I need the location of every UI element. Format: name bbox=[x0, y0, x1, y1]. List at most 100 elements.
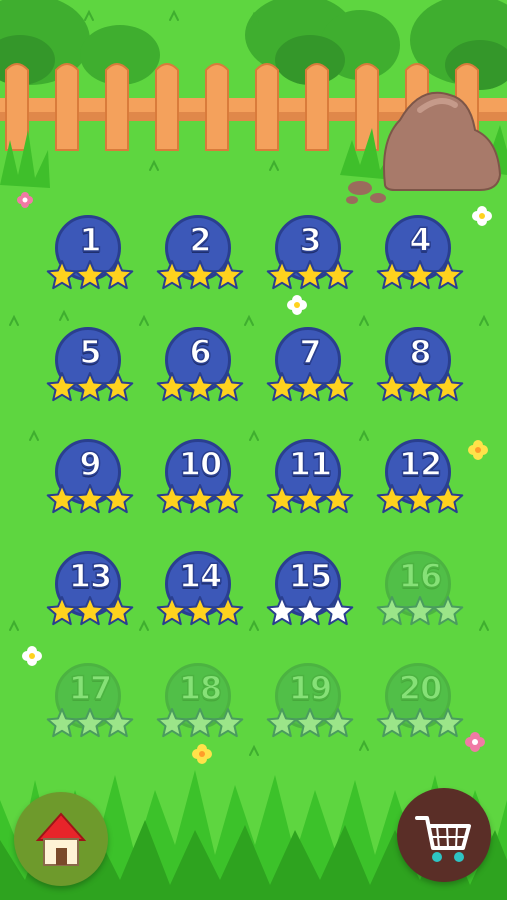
star-rating bbox=[266, 260, 354, 290]
star-filled-icon bbox=[74, 484, 106, 514]
star-filled-icon bbox=[102, 372, 134, 402]
shopping-cart-icon bbox=[415, 816, 471, 862]
star-rating bbox=[376, 372, 464, 402]
star-rating bbox=[266, 484, 354, 514]
level-button-10[interactable]: 10 bbox=[155, 439, 245, 525]
star-rating bbox=[46, 484, 134, 514]
level-number: 9 bbox=[79, 444, 103, 484]
star-rating bbox=[156, 708, 244, 738]
home-button[interactable] bbox=[14, 792, 108, 886]
star-rating bbox=[156, 372, 244, 402]
level-number: 3 bbox=[299, 220, 323, 260]
level-button-15[interactable]: 15 bbox=[265, 551, 355, 637]
house-icon bbox=[35, 812, 87, 866]
star-filled-icon bbox=[212, 260, 244, 290]
level-number: 6 bbox=[189, 332, 213, 372]
level-number: 10 bbox=[178, 444, 223, 484]
star-empty-icon bbox=[432, 596, 464, 626]
level-number: 8 bbox=[409, 332, 433, 372]
star-empty-icon bbox=[266, 708, 298, 738]
level-button-12[interactable]: 12 bbox=[375, 439, 465, 525]
level-number: 16 bbox=[398, 556, 443, 596]
star-filled-icon bbox=[322, 372, 354, 402]
level-button-14[interactable]: 14 bbox=[155, 551, 245, 637]
level-button-6[interactable]: 6 bbox=[155, 327, 245, 413]
star-rating bbox=[46, 708, 134, 738]
star-rating bbox=[156, 596, 244, 626]
star-filled-icon bbox=[102, 260, 134, 290]
star-empty-icon bbox=[376, 596, 408, 626]
star-empty-icon bbox=[322, 596, 354, 626]
level-button-13[interactable]: 13 bbox=[45, 551, 135, 637]
star-filled-icon bbox=[212, 372, 244, 402]
star-rating bbox=[266, 372, 354, 402]
level-button-8[interactable]: 8 bbox=[375, 327, 465, 413]
star-filled-icon bbox=[376, 372, 408, 402]
level-number: 12 bbox=[398, 444, 443, 484]
star-rating bbox=[156, 260, 244, 290]
level-number: 11 bbox=[288, 444, 333, 484]
star-filled-icon bbox=[294, 372, 326, 402]
star-empty-icon bbox=[184, 708, 216, 738]
star-filled-icon bbox=[376, 484, 408, 514]
star-rating bbox=[376, 484, 464, 514]
level-number: 5 bbox=[79, 332, 103, 372]
level-button-19: 19 bbox=[265, 663, 355, 749]
level-button-9[interactable]: 9 bbox=[45, 439, 135, 525]
level-number: 20 bbox=[398, 668, 443, 708]
star-filled-icon bbox=[404, 484, 436, 514]
star-filled-icon bbox=[74, 372, 106, 402]
level-button-11[interactable]: 11 bbox=[265, 439, 355, 525]
star-rating bbox=[376, 708, 464, 738]
star-filled-icon bbox=[184, 372, 216, 402]
level-number: 15 bbox=[288, 556, 333, 596]
star-rating bbox=[46, 596, 134, 626]
level-button-1[interactable]: 1 bbox=[45, 215, 135, 301]
star-filled-icon bbox=[156, 484, 188, 514]
star-rating bbox=[376, 596, 464, 626]
level-number: 14 bbox=[178, 556, 223, 596]
level-button-18: 18 bbox=[155, 663, 245, 749]
level-button-2[interactable]: 2 bbox=[155, 215, 245, 301]
level-button-4[interactable]: 4 bbox=[375, 215, 465, 301]
star-filled-icon bbox=[266, 372, 298, 402]
star-filled-icon bbox=[404, 260, 436, 290]
star-filled-icon bbox=[156, 372, 188, 402]
star-filled-icon bbox=[376, 260, 408, 290]
star-empty-icon bbox=[404, 708, 436, 738]
star-empty-icon bbox=[212, 708, 244, 738]
star-filled-icon bbox=[266, 484, 298, 514]
star-empty-icon bbox=[322, 708, 354, 738]
star-empty-icon bbox=[376, 708, 408, 738]
star-empty-icon bbox=[294, 708, 326, 738]
star-filled-icon bbox=[404, 372, 436, 402]
star-empty-icon bbox=[266, 596, 298, 626]
star-filled-icon bbox=[184, 596, 216, 626]
level-number: 13 bbox=[68, 556, 113, 596]
level-button-7[interactable]: 7 bbox=[265, 327, 355, 413]
star-empty-icon bbox=[432, 708, 464, 738]
level-button-3[interactable]: 3 bbox=[265, 215, 355, 301]
level-button-16: 16 bbox=[375, 551, 465, 637]
star-filled-icon bbox=[156, 260, 188, 290]
level-number: 18 bbox=[178, 668, 223, 708]
star-filled-icon bbox=[46, 372, 78, 402]
star-filled-icon bbox=[74, 260, 106, 290]
star-filled-icon bbox=[294, 484, 326, 514]
star-filled-icon bbox=[322, 260, 354, 290]
star-filled-icon bbox=[46, 596, 78, 626]
star-filled-icon bbox=[46, 260, 78, 290]
star-filled-icon bbox=[212, 596, 244, 626]
level-button-5[interactable]: 5 bbox=[45, 327, 135, 413]
star-filled-icon bbox=[102, 596, 134, 626]
star-empty-icon bbox=[102, 708, 134, 738]
star-filled-icon bbox=[266, 260, 298, 290]
star-rating bbox=[156, 484, 244, 514]
level-button-20: 20 bbox=[375, 663, 465, 749]
star-rating bbox=[266, 596, 354, 626]
shop-button[interactable] bbox=[397, 788, 491, 882]
star-filled-icon bbox=[212, 484, 244, 514]
level-button-17: 17 bbox=[45, 663, 135, 749]
star-empty-icon bbox=[46, 708, 78, 738]
star-empty-icon bbox=[74, 708, 106, 738]
